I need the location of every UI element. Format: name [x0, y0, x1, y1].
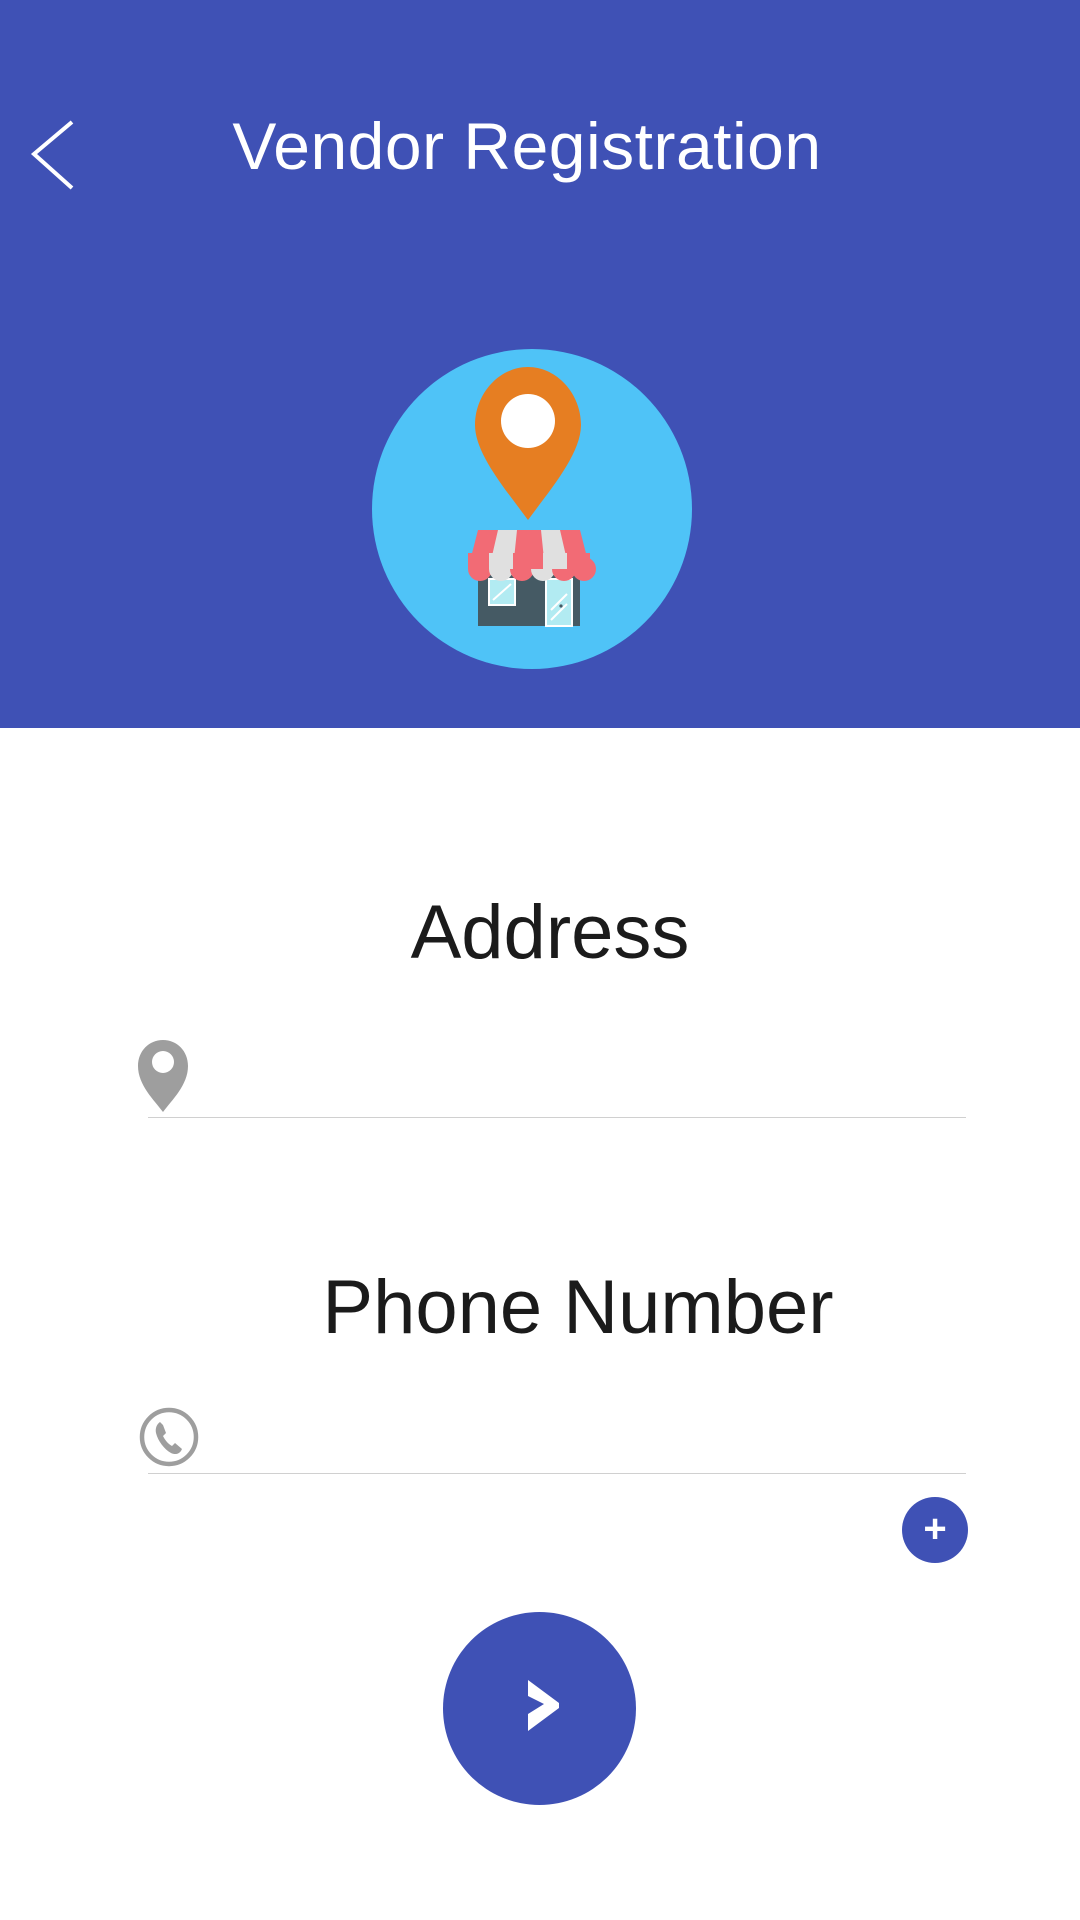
phone-number-label: Phone Number: [322, 1265, 834, 1350]
add-phone-button[interactable]: +: [902, 1497, 968, 1563]
phone-number-field[interactable]: [136, 1392, 966, 1474]
address-input[interactable]: [206, 1044, 966, 1112]
address-underline: [148, 1117, 966, 1118]
phone-number-underline: [148, 1473, 966, 1474]
address-field[interactable]: [136, 1038, 966, 1118]
next-button[interactable]: [443, 1612, 636, 1805]
phone-icon: [139, 1407, 199, 1467]
app-header: Vendor Registration: [0, 0, 1080, 728]
store-location-icon: [372, 349, 692, 669]
address-label: Address: [410, 890, 690, 975]
phone-number-input[interactable]: [206, 1398, 966, 1466]
page-title: Vendor Registration: [232, 109, 822, 183]
location-pin-icon: [138, 1040, 188, 1112]
chevron-right-icon: [528, 1680, 559, 1731]
